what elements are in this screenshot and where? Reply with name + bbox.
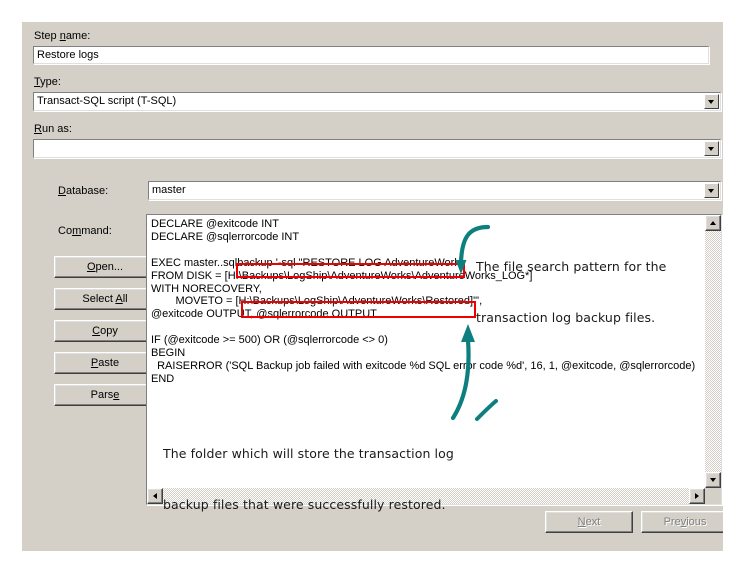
screenshot-root: Step name: Restore logs Type: Transact-S… <box>0 0 732 586</box>
annotation-file-search-pattern: The file search pattern for the transact… <box>476 224 666 360</box>
scroll-right-arrow-icon[interactable] <box>689 488 705 504</box>
annotation-line-2: transaction log backup files. <box>476 309 666 326</box>
annotation-line-2: backup files that were successfully rest… <box>163 496 454 513</box>
chevron-down-icon[interactable] <box>704 94 719 109</box>
command-editor-vscrollbar[interactable] <box>705 215 721 488</box>
parse-button[interactable]: Parse <box>54 384 156 406</box>
copy-button[interactable]: Copy <box>54 320 156 342</box>
open-button[interactable]: Open... <box>54 256 156 278</box>
scroll-up-arrow-icon[interactable] <box>705 215 721 231</box>
type-combobox-value: Transact-SQL script (T-SQL) <box>37 95 176 107</box>
scroll-left-arrow-icon[interactable] <box>147 488 163 504</box>
scrollbar-corner <box>705 488 721 504</box>
annotation-line-1: The folder which will store the transact… <box>163 445 454 462</box>
run-as-combobox[interactable] <box>33 139 721 158</box>
step-name-label: Step name: <box>34 30 90 43</box>
run-as-label: Run as: <box>34 123 72 136</box>
type-label: Type: <box>34 76 61 89</box>
next-button[interactable]: Next <box>545 511 633 533</box>
database-combobox[interactable]: master <box>148 181 721 200</box>
chevron-down-icon[interactable] <box>704 141 719 156</box>
scroll-down-arrow-icon[interactable] <box>705 472 721 488</box>
type-combobox[interactable]: Transact-SQL script (T-SQL) <box>33 92 721 111</box>
database-combobox-value: master <box>152 184 186 196</box>
step-name-input[interactable]: Restore logs <box>33 46 709 64</box>
chevron-down-icon[interactable] <box>704 183 719 198</box>
database-label: Database: <box>58 185 108 198</box>
command-label: Command: <box>58 225 112 238</box>
paste-button[interactable]: Paste <box>54 352 156 374</box>
annotation-restored-folder: The folder which will store the transact… <box>163 411 454 547</box>
select-all-button[interactable]: Select All <box>54 288 156 310</box>
annotation-line-1: The file search pattern for the <box>476 258 666 275</box>
previous-button[interactable]: Previous <box>641 511 723 533</box>
